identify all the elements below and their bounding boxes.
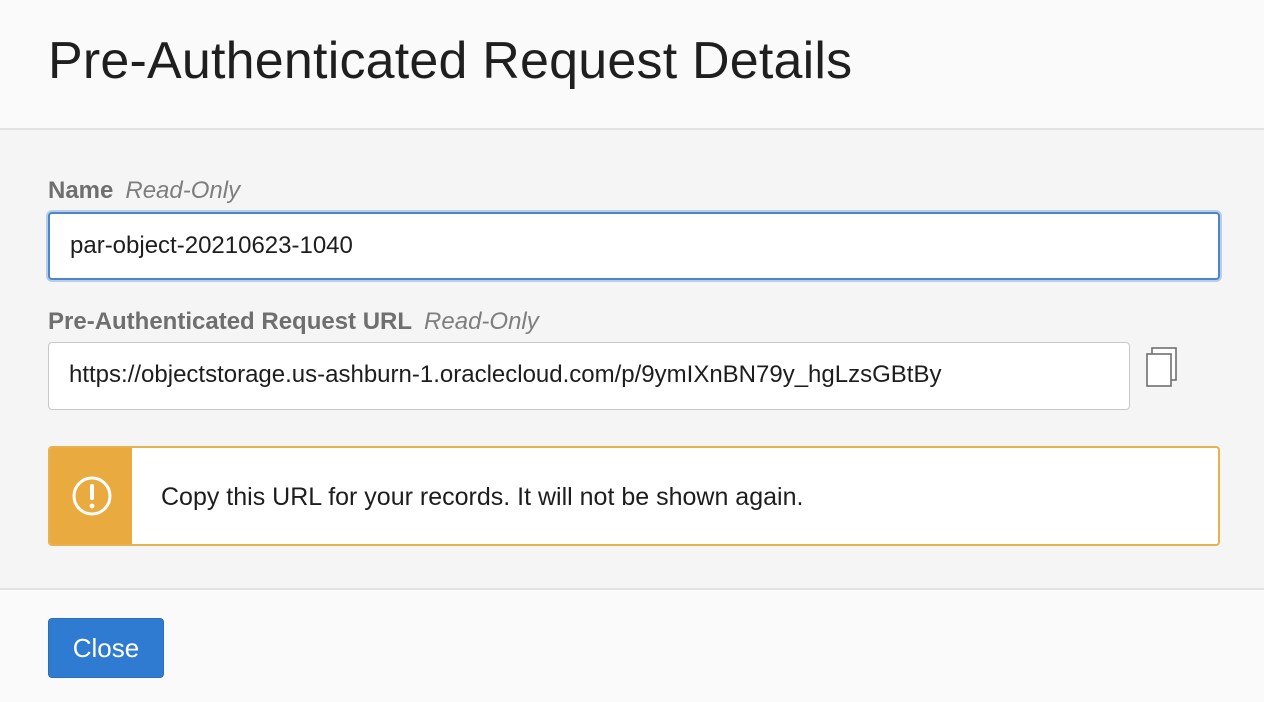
alert-message: Copy this URL for your records. It will … [161,483,804,511]
name-readonly-badge: Read-Only [125,177,241,204]
name-field-label: Name Read-Only [48,177,240,205]
par-details-dialog: Pre-Authenticated Request Details Name Re… [0,0,1264,702]
name-input[interactable]: par-object-20210623-1040 [48,212,1220,280]
warning-alert: Copy this URL for your records. It will … [48,446,1220,546]
dialog-header: Pre-Authenticated Request Details [0,0,1264,130]
close-button[interactable]: Close [48,618,164,678]
url-label-text: Pre-Authenticated Request URL [48,308,413,335]
dialog-body: Name Read-Only par-object-20210623-1040 P… [0,130,1264,588]
url-input[interactable]: https://objectstorage.us-ashburn-1.oracl… [48,342,1130,410]
warning-icon [71,475,113,517]
alert-color-bar [50,448,132,544]
dialog-footer: Close [0,588,1264,702]
url-field-label: Pre-Authenticated Request URL Read-Only [48,308,539,336]
url-readonly-badge: Read-Only [424,308,539,335]
dialog-title: Pre-Authenticated Request Details [48,32,853,90]
name-label-text: Name [48,177,114,204]
copy-icon[interactable] [1144,346,1180,390]
